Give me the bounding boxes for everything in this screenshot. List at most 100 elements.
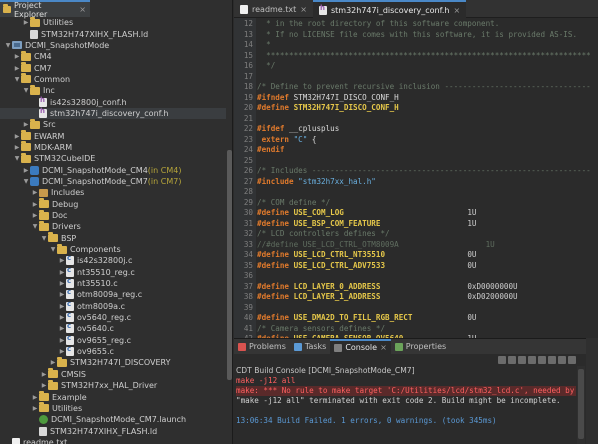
- tree-item[interactable]: STM32H747XIHX_FLASH.ld: [0, 28, 226, 39]
- tree-item[interactable]: ▶ Utilities: [0, 16, 226, 28]
- chevron-right-icon[interactable]: ▶: [31, 189, 39, 196]
- tab-properties[interactable]: Properties: [391, 339, 450, 354]
- tree-item[interactable]: ▶ EWARM: [0, 130, 226, 141]
- clear-console-icon[interactable]: [498, 356, 506, 364]
- tree-item[interactable]: ▶ is42s32800j.c: [0, 254, 226, 266]
- display-console-icon[interactable]: [538, 356, 546, 364]
- open-console-icon[interactable]: [548, 356, 556, 364]
- tree-item[interactable]: ▼ BSP: [0, 232, 226, 244]
- chevron-right-icon[interactable]: ▶: [58, 337, 66, 344]
- console-tab-label: Console: [345, 343, 378, 352]
- chevron-right-icon[interactable]: ▶: [31, 212, 39, 219]
- chevron-right-icon[interactable]: ▶: [58, 314, 66, 321]
- chevron-right-icon[interactable]: ▶: [40, 382, 48, 389]
- editor-tab[interactable]: readme.txt ×: [234, 0, 313, 18]
- tree-item[interactable]: ▶ Debug: [0, 198, 226, 210]
- chevron-right-icon[interactable]: ▶: [13, 65, 21, 72]
- tab-console[interactable]: Console ×: [330, 339, 391, 354]
- chevron-down-icon[interactable]: ▼: [22, 178, 30, 185]
- tab-project-explorer[interactable]: Project Explorer ×: [0, 0, 90, 19]
- tree-item[interactable]: ▶ Includes: [0, 187, 226, 198]
- tree-item[interactable]: ▶ Utilities: [0, 402, 226, 414]
- code-area[interactable]: 12 * in the root directory of this softw…: [234, 18, 594, 338]
- tree-item[interactable]: ▶ CMSIS: [0, 368, 226, 380]
- tree-item[interactable]: ▶ nt35510_reg.c: [0, 266, 226, 278]
- chevron-right-icon[interactable]: ▶: [31, 394, 39, 401]
- tree-item[interactable]: ▼ Inc: [0, 84, 226, 96]
- code-line: 31 #define USE_BSP_COM_FEATURE 1U: [234, 219, 594, 230]
- close-icon[interactable]: ×: [453, 6, 460, 15]
- tree-item[interactable]: DCMI_SnapshotMode_CM7.launch: [0, 414, 226, 425]
- tree-item[interactable]: ▶ DCMI_SnapshotMode_CM4 (in CM4): [0, 164, 226, 175]
- tree-item[interactable]: ▶ Doc: [0, 209, 226, 221]
- chevron-right-icon[interactable]: ▶: [58, 325, 66, 332]
- tree-item[interactable]: ▶ ov5640.c: [0, 322, 226, 334]
- explorer-scrollbar-thumb[interactable]: [227, 150, 232, 380]
- tree-item[interactable]: ▶ otm8009a_reg.c: [0, 288, 226, 300]
- chevron-down-icon[interactable]: ▼: [13, 155, 21, 162]
- chevron-down-icon[interactable]: ▼: [40, 235, 48, 242]
- editor-scrollbar[interactable]: [591, 18, 598, 338]
- close-icon[interactable]: ×: [79, 5, 86, 14]
- chevron-right-icon[interactable]: ▶: [13, 144, 21, 151]
- tree-item-label: is42s32800j_conf.h: [50, 97, 127, 107]
- tree-item[interactable]: ▶ nt35510.c: [0, 277, 226, 289]
- chevron-down-icon[interactable]: ▼: [13, 76, 21, 83]
- tree-item[interactable]: ▶ Example: [0, 391, 226, 402]
- tree-item[interactable]: ▼ Common: [0, 73, 226, 85]
- chevron-right-icon[interactable]: ▶: [49, 359, 57, 366]
- tree-item[interactable]: STM32H747XIHX_FLASH.ld: [0, 425, 226, 436]
- chevron-right-icon[interactable]: ▶: [58, 257, 66, 264]
- chevron-right-icon[interactable]: ▶: [58, 291, 66, 298]
- tree-item[interactable]: ▶ Src: [0, 118, 226, 130]
- editor-tab[interactable]: stm32h747i_discovery_conf.h×: [312, 0, 467, 18]
- tree-item[interactable]: is42s32800j_conf.h: [0, 96, 226, 107]
- chevron-down-icon[interactable]: ▼: [31, 223, 39, 230]
- tree-item[interactable]: ▶ ov5640_reg.c: [0, 311, 226, 323]
- tree-item[interactable]: ▼ Drivers: [0, 220, 226, 232]
- code-token: USE_LCD_CTRL_ADV7533: [293, 260, 468, 270]
- chevron-right-icon[interactable]: ▶: [22, 167, 30, 174]
- tree-item[interactable]: ▶ MDK-ARM: [0, 141, 226, 153]
- chevron-down-icon[interactable]: ▼: [49, 246, 57, 253]
- tree-item[interactable]: ▶ STM32H7xx_HAL_Driver: [0, 379, 226, 391]
- tree-item[interactable]: ▶ ov9655.c: [0, 345, 226, 357]
- tree-item[interactable]: ▶ CM4: [0, 50, 226, 62]
- tree-item[interactable]: ▶ ov9655_reg.c: [0, 334, 226, 346]
- tab-problems[interactable]: Problems: [234, 339, 290, 354]
- pin-console-icon[interactable]: [528, 356, 536, 364]
- minimize-icon[interactable]: [558, 356, 566, 364]
- tab-tasks[interactable]: Tasks: [290, 339, 330, 354]
- chevron-right-icon[interactable]: ▶: [31, 405, 39, 412]
- maximize-icon[interactable]: [568, 356, 576, 364]
- chevron-right-icon[interactable]: ▶: [13, 53, 21, 60]
- folder-icon: [57, 356, 67, 367]
- chevron-right-icon[interactable]: ▶: [22, 19, 30, 26]
- chevron-down-icon[interactable]: ▼: [22, 87, 30, 94]
- chevron-right-icon[interactable]: ▶: [58, 303, 66, 310]
- chevron-right-icon[interactable]: ▶: [13, 133, 21, 140]
- tree-item[interactable]: ▼ STM32CubeIDE: [0, 152, 226, 164]
- tree-item[interactable]: ▶ CM7: [0, 62, 226, 73]
- tree-item[interactable]: ▼ Components: [0, 243, 226, 255]
- console-scrollbar-thumb[interactable]: [578, 369, 584, 439]
- tree-item[interactable]: ▶ STM32H747I_DISCOVERY: [0, 356, 226, 368]
- chevron-right-icon[interactable]: ▶: [31, 201, 39, 208]
- close-icon[interactable]: ×: [380, 343, 387, 352]
- close-icon[interactable]: ×: [300, 5, 307, 14]
- tree-item[interactable]: readme.txt: [0, 437, 226, 444]
- chevron-right-icon[interactable]: ▶: [58, 348, 66, 355]
- chevron-right-icon[interactable]: ▶: [58, 280, 66, 287]
- chevron-right-icon[interactable]: ▶: [58, 269, 66, 276]
- code-line: 13 * If no LICENSE file comes with this …: [234, 30, 594, 41]
- tree-item[interactable]: ▼ DCMI_SnapshotMode_CM7 (in CM7): [0, 176, 226, 187]
- word-wrap-icon[interactable]: [518, 356, 526, 364]
- tree-item[interactable]: ▶ otm8009a.c: [0, 300, 226, 312]
- chevron-right-icon[interactable]: ▶: [40, 371, 48, 378]
- scroll-lock-icon[interactable]: [508, 356, 516, 364]
- chevron-down-icon[interactable]: ▼: [4, 42, 12, 49]
- tree-item[interactable]: ▼ DCMI_SnapshotMode: [0, 40, 226, 51]
- tree-item[interactable]: stm32h747i_discovery_conf.h: [0, 107, 226, 120]
- chevron-right-icon[interactable]: ▶: [22, 121, 30, 128]
- console-output[interactable]: make -j12 all make: *** No rule to make t…: [236, 376, 576, 426]
